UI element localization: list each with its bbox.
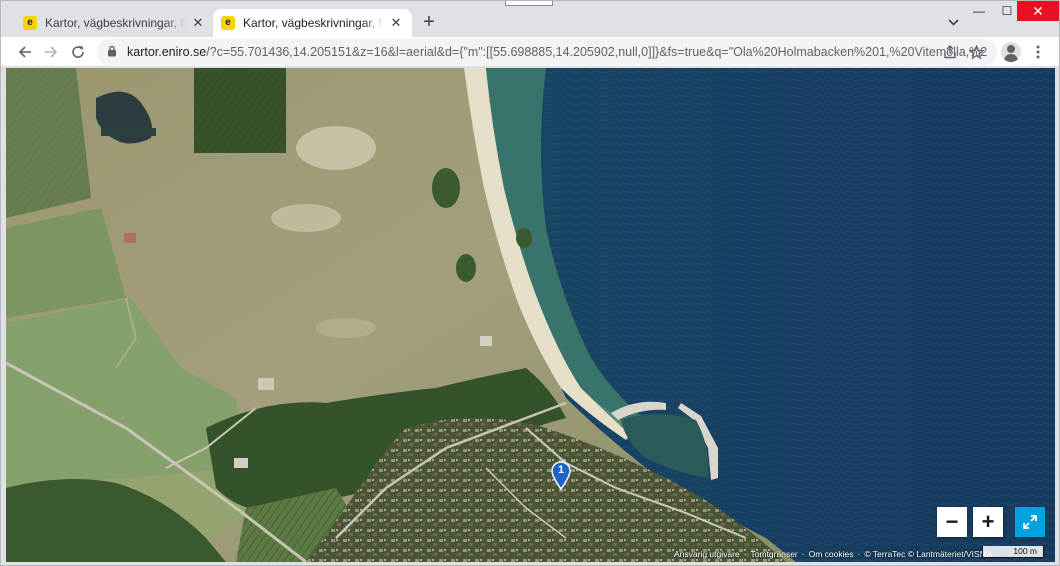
arrow-left-icon [18,46,31,58]
share-icon[interactable] [941,43,959,61]
tab-active[interactable]: e Kartor, vägbeskrivningar, flygfoto ✕ [213,9,412,37]
lock-icon[interactable] [107,45,119,60]
fullscreen-button[interactable] [1015,507,1045,537]
back-button[interactable] [15,42,35,62]
attribution-link-publisher[interactable]: Ansvarig utgivare [674,549,740,559]
forward-button[interactable] [41,42,61,62]
reload-icon [72,46,84,58]
arrow-right-icon [45,46,58,58]
window-bottom-edge [1,562,1059,565]
star-icon[interactable] [967,43,985,61]
close-tab-icon[interactable]: ✕ [190,15,206,31]
close-tab-icon[interactable]: ✕ [388,15,404,31]
new-tab-button[interactable]: + [419,12,439,32]
close-window-button[interactable]: ✕ [1017,1,1059,21]
url-host: kartor.eniro.se [127,45,207,59]
attribution-link-boundaries[interactable]: Tomtgränser [751,549,798,559]
profile-icon[interactable] [1001,42,1021,62]
window-top-handle [505,1,553,6]
url-text[interactable]: kartor.eniro.se/?c=55.701436,14.205151&z… [127,45,987,59]
eniro-favicon-icon: e [23,16,37,30]
chevron-down-icon[interactable] [945,14,961,30]
browser-window: e Kartor, vägbeskrivningar, flygfoto ✕ e… [0,0,1060,566]
eniro-favicon-icon: e [221,16,235,30]
more-vert-icon[interactable] [1031,43,1045,61]
tab-inactive[interactable]: e Kartor, vägbeskrivningar, flygfoto ✕ [15,9,214,37]
tab-title: Kartor, vägbeskrivningar, flygfoto [243,16,384,30]
zoom-in-button[interactable]: + [973,507,1003,537]
aerial-imagery[interactable] [6,68,1055,562]
attribution-separator: · [801,549,805,559]
url-path: /?c=55.701436,14.205151&z=16&l=aerial&d=… [206,45,987,59]
attribution-link-cookies[interactable]: Om cookies [809,549,854,559]
map-canvas[interactable]: 1 − + Ansvarig utgivare · Tomtgränser · … [6,68,1055,562]
reload-button[interactable] [68,42,88,62]
tab-title: Kartor, vägbeskrivningar, flygfoto [45,16,186,30]
map-attribution: Ansvarig utgivare · Tomtgränser · Om coo… [674,548,996,560]
browser-toolbar: kartor.eniro.se/?c=55.701436,14.205151&z… [1,37,1059,67]
attribution-copyright: © TerraTec © Lantmäteriet/VISMA [864,549,993,559]
attribution-separator: · [743,549,747,559]
expand-icon [1023,515,1037,529]
attribution-separator: · [857,549,861,559]
map-marker[interactable]: 1 [550,460,572,491]
zoom-out-button[interactable]: − [937,507,967,537]
address-bar[interactable]: kartor.eniro.se/?c=55.701436,14.205151&z… [97,39,997,65]
marker-label: 1 [557,464,565,476]
tab-strip: e Kartor, vägbeskrivningar, flygfoto ✕ e… [1,1,1059,37]
scale-bar: 100 m [982,546,1044,558]
minimize-button[interactable]: — [965,1,993,21]
